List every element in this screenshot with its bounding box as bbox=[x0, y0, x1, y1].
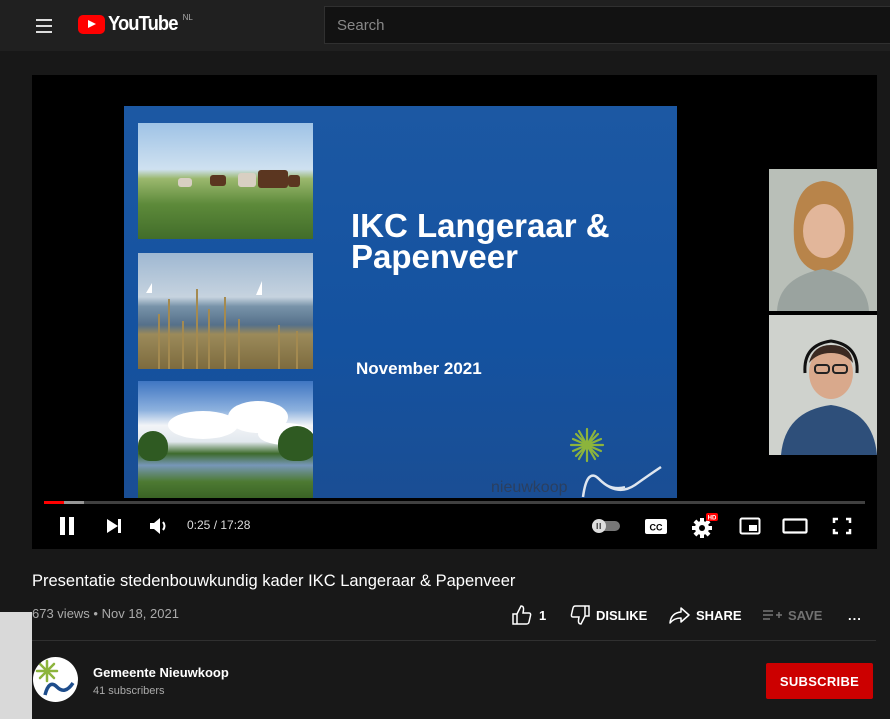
presentation-slide: IKC Langeraar & Papenveer November 2021 … bbox=[124, 106, 677, 498]
channel-avatar[interactable] bbox=[33, 657, 78, 702]
channel-name[interactable]: Gemeente Nieuwkoop bbox=[93, 665, 229, 680]
dislike-label: DISLIKE bbox=[596, 607, 648, 623]
more-actions-icon[interactable]: ... bbox=[848, 603, 862, 627]
slide-photo-landscape bbox=[138, 381, 313, 498]
autoplay-toggle[interactable] bbox=[588, 510, 624, 542]
subscriber-count: 41 subscribers bbox=[93, 685, 165, 697]
svg-text:HD: HD bbox=[708, 516, 717, 522]
slide-title: IKC Langeraar & Papenveer bbox=[351, 207, 610, 275]
slide-brand-text: nieuwkoop bbox=[491, 479, 568, 496]
subscribe-button[interactable]: SUBSCRIBE bbox=[766, 663, 873, 699]
participant-2-avatar bbox=[769, 315, 877, 455]
add-to-playlist-icon bbox=[763, 610, 782, 620]
slide-photo-cows bbox=[138, 123, 313, 239]
time-total: 17:28 bbox=[220, 518, 251, 532]
time-display: 0:25 / 17:28 bbox=[187, 518, 251, 532]
search-input[interactable] bbox=[325, 7, 890, 43]
participant-1-avatar bbox=[769, 169, 877, 311]
video-meta: 673 views • Nov 18, 2021 bbox=[32, 606, 179, 621]
logo-text: YouTube bbox=[108, 13, 178, 35]
youtube-logo[interactable]: YouTube NL bbox=[78, 11, 193, 39]
left-edge-strip bbox=[0, 612, 32, 719]
country-code: NL bbox=[182, 13, 193, 22]
slide-photo-lake bbox=[138, 253, 313, 369]
nieuwkoop-logo-icon bbox=[569, 427, 662, 498]
slide-date: November 2021 bbox=[356, 359, 482, 378]
hamburger-menu-icon[interactable] bbox=[30, 13, 58, 39]
progress-played bbox=[44, 501, 64, 504]
save-button[interactable]: SAVE bbox=[762, 603, 822, 627]
channel-logo-icon bbox=[35, 659, 75, 696]
player-controls: 0:25 / 17:28 CC HD bbox=[32, 510, 877, 549]
share-icon bbox=[669, 607, 690, 624]
time-current: 0:25 bbox=[187, 518, 211, 532]
progress-bar[interactable] bbox=[44, 501, 865, 504]
webcam-participant-2 bbox=[769, 315, 877, 455]
thumbs-down-icon bbox=[570, 605, 590, 625]
upload-date: Nov 18, 2021 bbox=[101, 606, 179, 621]
theater-mode-icon[interactable] bbox=[780, 510, 810, 542]
share-button[interactable]: SHARE bbox=[668, 603, 742, 627]
section-divider bbox=[32, 640, 876, 641]
video-title: Presentatie stedenbouwkundig kader IKC L… bbox=[32, 572, 516, 590]
like-count: 1 bbox=[539, 607, 547, 623]
share-label: SHARE bbox=[696, 607, 742, 623]
settings-icon[interactable]: HD bbox=[690, 510, 720, 542]
miniplayer-icon[interactable] bbox=[736, 510, 764, 542]
top-bar: YouTube NL bbox=[0, 0, 890, 51]
webcam-participant-1 bbox=[769, 169, 877, 311]
view-count: 673 views bbox=[32, 606, 90, 621]
save-label: SAVE bbox=[788, 607, 823, 623]
video-player[interactable]: IKC Langeraar & Papenveer November 2021 … bbox=[32, 75, 877, 549]
svg-text:CC: CC bbox=[650, 522, 663, 532]
youtube-play-logo-icon bbox=[78, 15, 105, 34]
search-box bbox=[324, 6, 890, 44]
pause-icon[interactable] bbox=[54, 510, 80, 542]
fullscreen-icon[interactable] bbox=[828, 510, 856, 542]
volume-icon[interactable] bbox=[145, 510, 173, 542]
cc-icon[interactable]: CC bbox=[642, 510, 670, 542]
like-button[interactable]: 1 bbox=[511, 603, 546, 627]
dislike-button[interactable]: DISLIKE bbox=[569, 603, 647, 627]
next-icon[interactable] bbox=[101, 510, 127, 542]
thumbs-up-icon bbox=[512, 605, 532, 625]
